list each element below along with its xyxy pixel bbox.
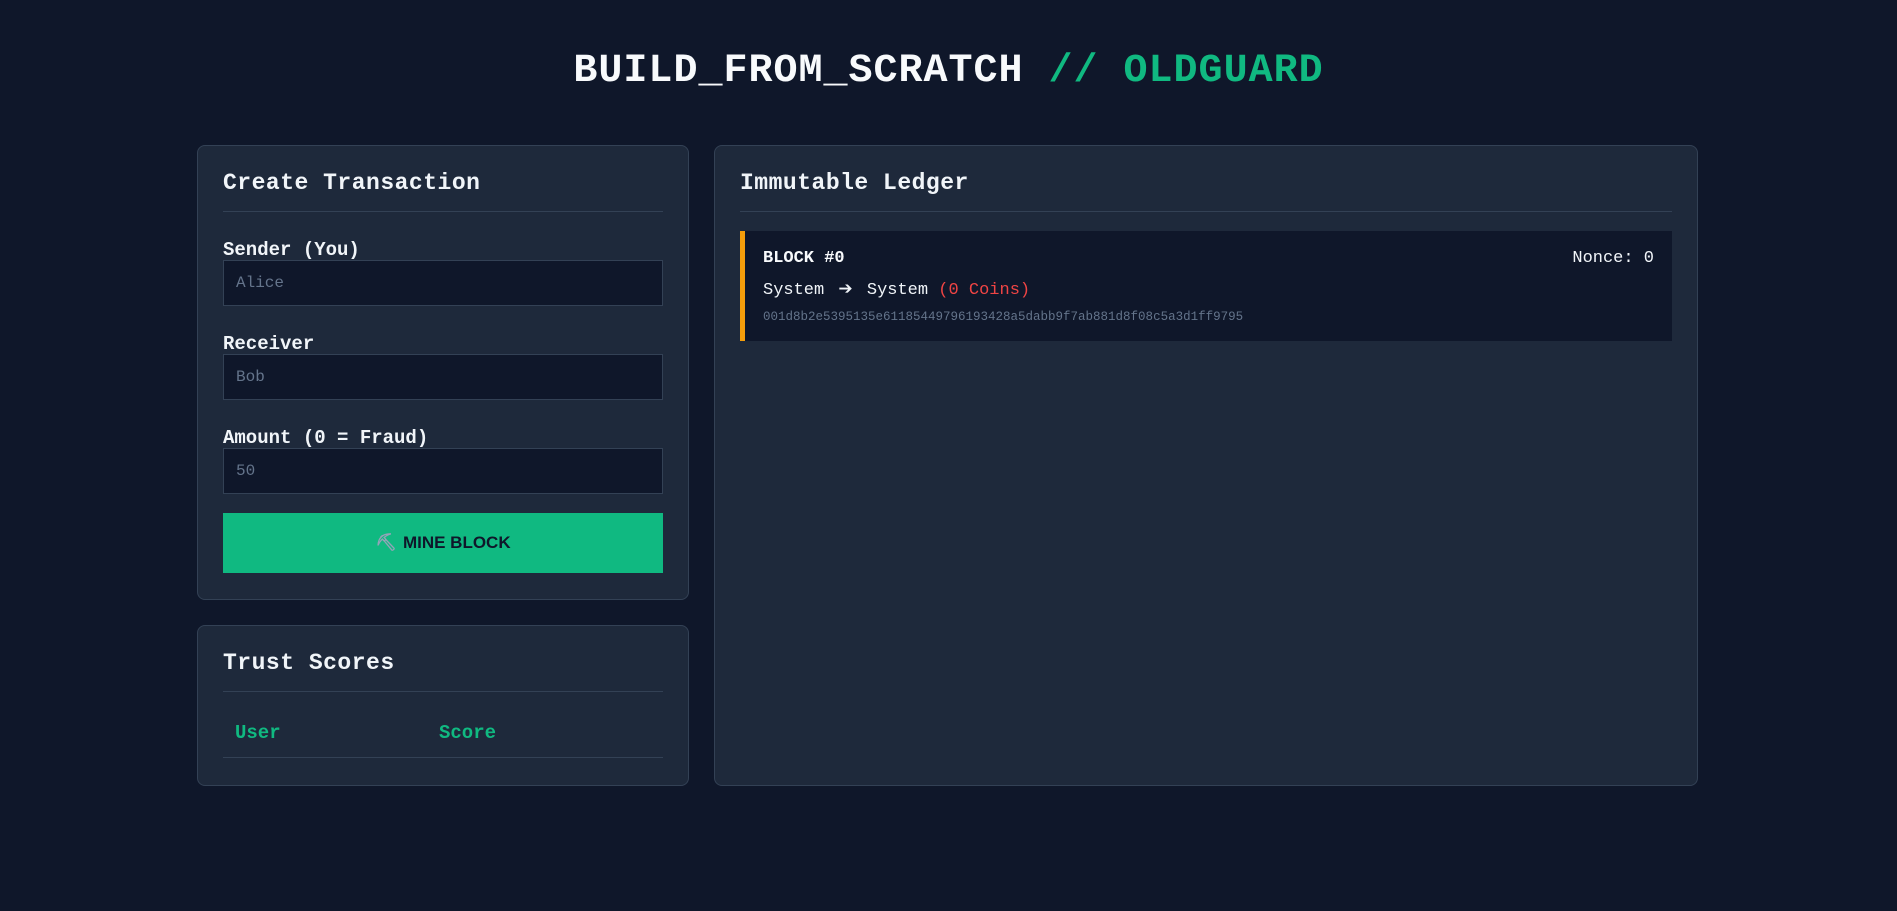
amount-input[interactable]	[223, 448, 663, 494]
amount-label: Amount (0 = Fraud)	[223, 427, 429, 449]
trust-scores-table: User Score	[223, 721, 663, 758]
pickaxe-icon: ⛏	[375, 533, 397, 552]
column-header-score: Score	[427, 721, 663, 758]
trust-scores-title: Trust Scores	[223, 648, 663, 692]
table-header-row: User Score	[223, 721, 663, 758]
ledger-title: Immutable Ledger	[740, 168, 1672, 212]
receiver-label: Receiver	[223, 333, 315, 355]
arrow-right-icon: ➔	[838, 279, 853, 299]
title-main: BUILD_FROM_SCRATCH	[573, 49, 1024, 94]
block-transaction: System ➔ System (0 Coins)	[763, 279, 1030, 300]
trust-scores-card: Trust Scores User Score	[197, 625, 689, 786]
block-amount: (0 Coins)	[938, 281, 1031, 300]
title-brand: OLDGUARD	[1123, 49, 1324, 94]
page-title: BUILD_FROM_SCRATCH // OLDGUARD	[0, 47, 1897, 97]
ledger-block: BLOCK #0 Nonce: 0 System ➔ System (0 Coi…	[740, 231, 1672, 341]
block-hash: 001d8b2e5395135e61185449796193428a5dabb9…	[763, 310, 1244, 324]
sender-label: Sender (You)	[223, 239, 360, 261]
block-receiver: System	[866, 281, 929, 300]
block-nonce: Nonce: 0	[1572, 249, 1654, 268]
create-transaction-title: Create Transaction	[223, 168, 663, 212]
block-title: BLOCK #0	[763, 249, 845, 268]
receiver-input[interactable]	[223, 354, 663, 400]
sender-input[interactable]	[223, 260, 663, 306]
create-transaction-card: Create Transaction Sender (You) Receiver…	[197, 145, 689, 600]
mine-block-button[interactable]: ⛏ MINE BLOCK	[223, 513, 663, 573]
column-header-user: User	[223, 721, 427, 758]
title-separator: //	[1048, 49, 1099, 94]
mine-block-label: MINE BLOCK	[402, 533, 511, 552]
block-sender: System	[763, 281, 825, 300]
ledger-card: Immutable Ledger BLOCK #0 Nonce: 0 Syste…	[714, 145, 1698, 786]
